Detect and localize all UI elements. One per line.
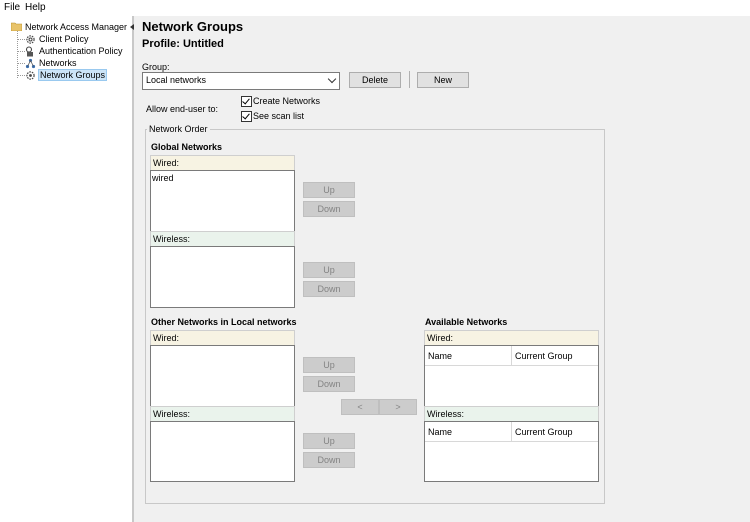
column-name-header[interactable]: Name [428,351,452,361]
global-wireless-down-button[interactable]: Down [303,281,355,297]
check-icon [242,111,250,120]
page-title: Network Groups [142,19,244,34]
global-wired-up-button[interactable]: Up [303,182,355,198]
global-wired-header: Wired: [150,155,295,171]
create-networks-checkbox[interactable] [241,96,252,107]
move-right-button[interactable]: > [379,399,417,415]
available-wired-header-label: Wired: [427,333,454,343]
available-wired-header: Wired: [424,330,599,346]
new-button[interactable]: New [417,72,469,88]
toolbar-divider [409,71,410,88]
create-networks-label: Create Networks [253,96,321,106]
folder-icon [10,22,23,32]
available-wireless-header-label: Wireless: [427,409,465,419]
global-wireless-up-button[interactable]: Up [303,262,355,278]
other-networks-title: Other Networks in Local networks [151,317,297,327]
available-wireless-header: Wireless: [424,406,599,422]
column-divider[interactable] [511,422,512,441]
global-wired-header-label: Wired: [153,158,180,168]
global-wireless-list[interactable] [150,246,295,308]
menu-bar: File Help [0,0,750,17]
gear-icon [25,34,36,45]
other-wired-up-button[interactable]: Up [303,357,355,373]
move-left-button[interactable]: < [341,399,379,415]
available-networks-title: Available Networks [425,317,508,327]
menu-file[interactable]: File [4,2,20,13]
main-panel: Network Groups Profile: Untitled Group: … [134,16,750,522]
column-current-group-header[interactable]: Current Group [515,427,573,437]
other-wireless-up-button[interactable]: Up [303,433,355,449]
global-wireless-header: Wireless: [150,231,295,247]
column-divider[interactable] [511,346,512,365]
other-wireless-header: Wireless: [150,406,295,422]
chevron-down-icon [327,74,337,84]
see-scan-list-checkbox[interactable] [241,111,252,122]
network-order-title: Network Order [147,124,210,134]
other-wired-down-button[interactable]: Down [303,376,355,392]
network-groups-icon [25,70,36,81]
navigation-tree: Network Access Manager Client Policy Aut… [0,16,133,522]
other-wired-header-label: Wired: [153,333,180,343]
list-item[interactable]: wired [152,173,174,183]
global-wired-down-button[interactable]: Down [303,201,355,217]
column-name-header[interactable]: Name [428,427,452,437]
other-wireless-down-button[interactable]: Down [303,452,355,468]
tree-item-client-policy[interactable]: Client Policy [39,34,89,44]
column-current-group-header[interactable]: Current Group [515,351,573,361]
group-label: Group: [142,62,170,72]
see-scan-list-label: See scan list [253,111,305,121]
global-wireless-header-label: Wireless: [153,234,191,244]
tree-item-networks[interactable]: Networks [39,58,77,68]
available-wireless-table[interactable]: Name Current Group [424,421,599,482]
group-select-value: Local networks [146,75,207,85]
tree-item-authentication-policy[interactable]: Authentication Policy [39,46,123,56]
global-wired-list[interactable]: wired [150,170,295,232]
tree-root[interactable]: Network Access Manager [25,22,127,32]
other-wired-header: Wired: [150,330,295,346]
check-icon [242,96,250,105]
available-wired-table[interactable]: Name Current Group [424,345,599,407]
group-select[interactable]: Local networks [142,72,340,90]
delete-button[interactable]: Delete [349,72,401,88]
network-icon [25,58,36,69]
tree-item-network-groups[interactable]: Network Groups [38,69,108,81]
other-wired-list[interactable] [150,345,295,407]
other-wireless-header-label: Wireless: [153,409,191,419]
profile-label: Profile: Untitled [142,38,224,50]
key-lock-icon [25,46,36,57]
allow-label: Allow end-user to: [146,104,219,114]
global-networks-title: Global Networks [151,142,223,152]
other-wireless-list[interactable] [150,421,295,482]
menu-help[interactable]: Help [25,2,46,13]
